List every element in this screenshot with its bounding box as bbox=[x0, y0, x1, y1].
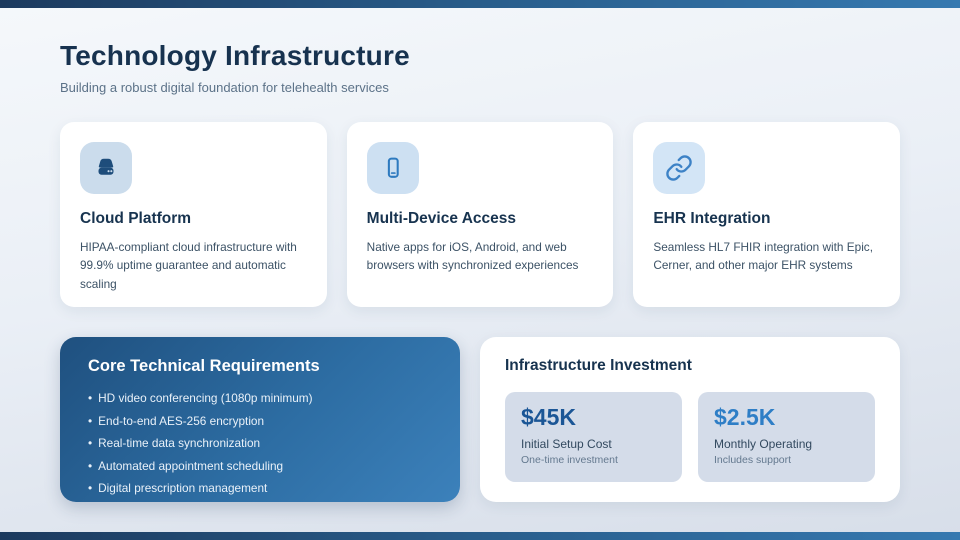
requirement-item: • Automated appointment scheduling bbox=[88, 459, 432, 473]
bottom-row: Core Technical Requirements • HD video co… bbox=[60, 337, 900, 502]
stat-value: $45K bbox=[521, 404, 576, 430]
stat-label: Monthly Operating bbox=[714, 437, 813, 452]
requirement-text: Digital prescription management bbox=[98, 481, 268, 495]
requirement-item: • Digital prescription management bbox=[88, 481, 432, 495]
stat-sublabel: Includes support bbox=[714, 454, 792, 467]
feature-card-title: EHR Integration bbox=[653, 210, 771, 227]
bullet-marker: • bbox=[88, 481, 93, 495]
requirement-text: HD video conferencing (1080p minimum) bbox=[98, 391, 313, 405]
requirements-list: • HD video conferencing (1080p minimum) •… bbox=[88, 391, 432, 495]
bullet-marker: • bbox=[88, 458, 93, 473]
feature-card-description: HIPAA-compliant cloud infrastructure wit… bbox=[80, 240, 297, 291]
feature-cards-row: Cloud Platform HIPAA-compliant cloud inf… bbox=[60, 122, 901, 307]
slide-content: Technology Infrastructure Building a rob… bbox=[60, 8, 901, 502]
stat-monthly-operating: $2.5K Monthly Operating Includes support bbox=[698, 392, 875, 482]
feature-card-ehr-integration: EHR Integration Seamless HL7 FHIR integr… bbox=[633, 122, 901, 307]
requirement-item: • HD video conferencing (1080p minimum) bbox=[88, 391, 432, 405]
requirement-item: • End-to-end AES-256 encryption bbox=[88, 414, 432, 428]
top-accent-bar bbox=[0, 0, 960, 8]
feature-card-description: Native apps for iOS, Android, and web br… bbox=[366, 240, 579, 273]
link-icon bbox=[653, 142, 706, 194]
mobile-icon bbox=[366, 142, 419, 194]
bullet-marker: • bbox=[88, 391, 93, 405]
stat-sublabel: One-time investment bbox=[521, 454, 618, 467]
stat-value: $2.5K bbox=[714, 404, 776, 430]
feature-card-title: Multi-Device Access bbox=[366, 210, 516, 227]
requirement-text: End-to-end AES-256 encryption bbox=[98, 413, 265, 428]
bullet-marker: • bbox=[88, 413, 93, 428]
bottom-accent-bar bbox=[0, 532, 960, 540]
investment-stats: $45K Initial Setup Cost One-time investm… bbox=[505, 392, 875, 482]
page-title: Technology Infrastructure bbox=[60, 40, 410, 71]
bullet-marker: • bbox=[88, 436, 93, 450]
hard-drive-icon bbox=[80, 142, 132, 194]
stat-initial-setup: $45K Initial Setup Cost One-time investm… bbox=[505, 392, 682, 482]
requirement-text: Automated appointment scheduling bbox=[98, 458, 284, 473]
requirements-title: Core Technical Requirements bbox=[88, 357, 320, 375]
investment-card: Infrastructure Investment $45K Initial S… bbox=[480, 337, 900, 502]
feature-card-cloud-platform: Cloud Platform HIPAA-compliant cloud inf… bbox=[60, 122, 327, 307]
page-subtitle: Building a robust digital foundation for… bbox=[60, 80, 389, 95]
requirements-card: Core Technical Requirements • HD video co… bbox=[60, 337, 460, 502]
feature-card-title: Cloud Platform bbox=[80, 210, 192, 227]
requirement-text: Real-time data synchronization bbox=[98, 436, 261, 450]
feature-card-description: Seamless HL7 FHIR integration with Epic,… bbox=[653, 240, 873, 273]
stat-label: Initial Setup Cost bbox=[521, 437, 612, 452]
feature-card-multi-device: Multi-Device Access Native apps for iOS,… bbox=[346, 122, 614, 307]
investment-title: Infrastructure Investment bbox=[505, 357, 692, 374]
requirement-item: • Real-time data synchronization bbox=[88, 436, 432, 450]
